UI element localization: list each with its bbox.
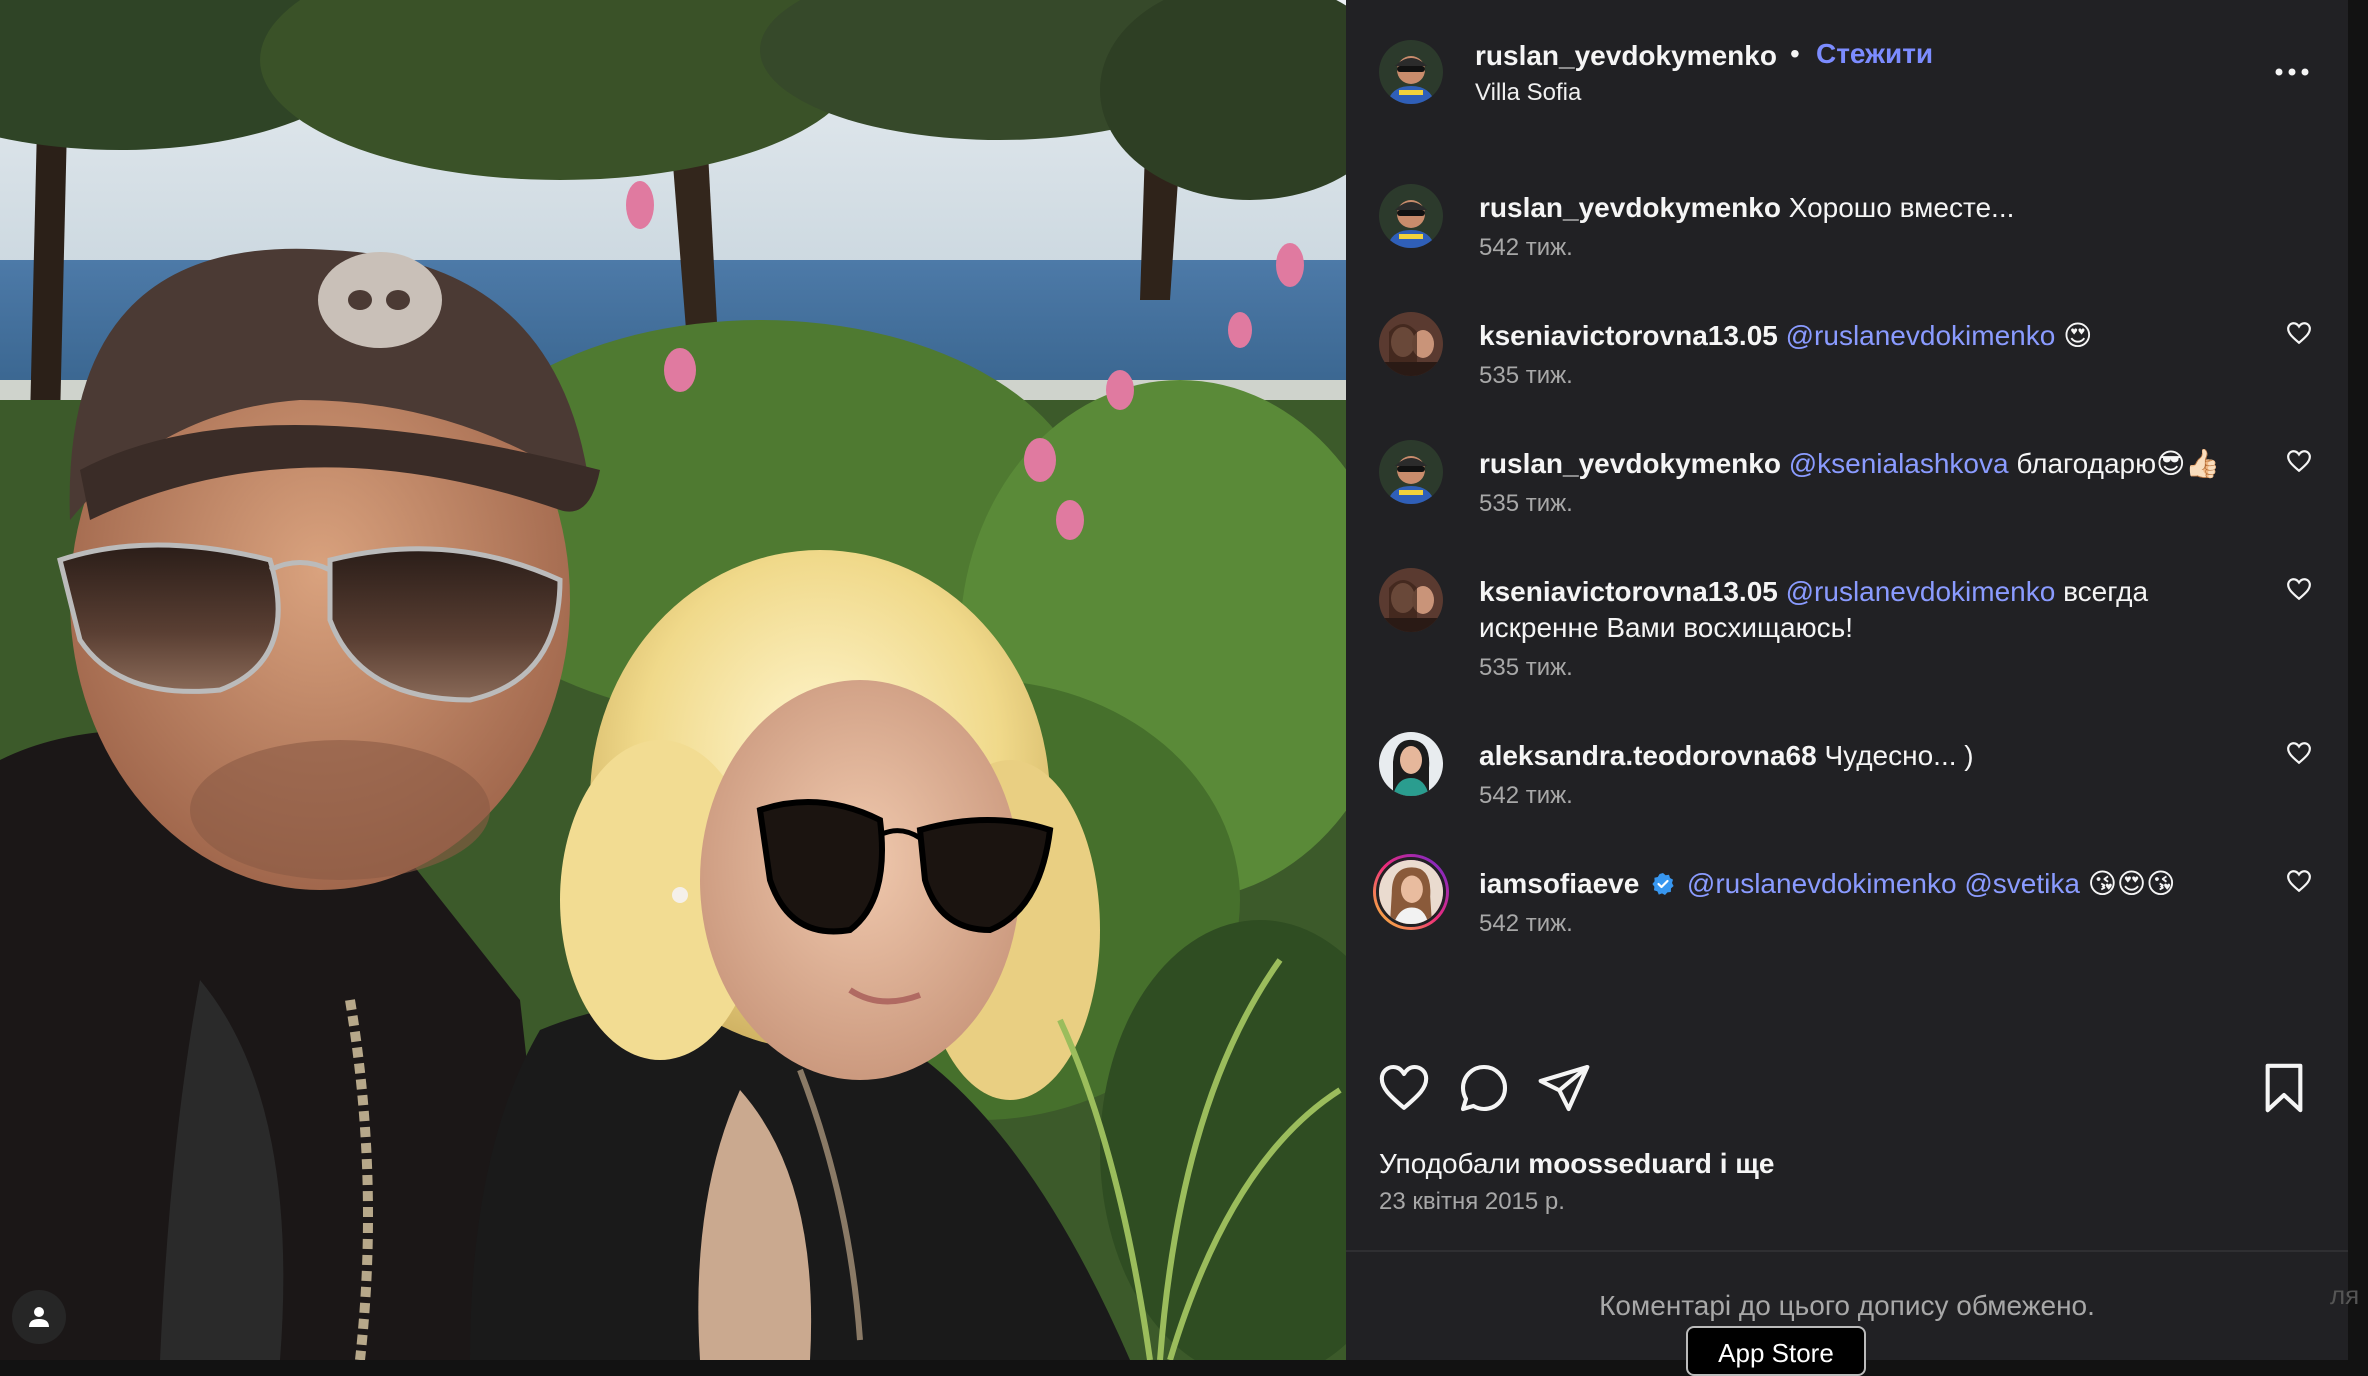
divider	[1346, 1250, 2348, 1252]
comment-text: Чудесно... )	[1824, 740, 1974, 771]
comment-emoji: 😍	[2063, 319, 2093, 352]
comment-body: kseniavictorovna13.05 @ruslanevdokimenko…	[1479, 574, 2239, 682]
post-photo-image	[0, 0, 1346, 1360]
comment-mention[interactable]: @ksenialashkova	[1789, 448, 2009, 479]
comment-emoji: 😎👍🏻	[2156, 447, 2221, 480]
likes-suffix[interactable]: і ще	[1720, 1148, 1775, 1179]
comment-avatar[interactable]	[1379, 568, 1443, 632]
comments-restricted-notice: Коментарі до цього допису обмежено.	[1599, 1290, 2095, 1321]
post-viewer: ruslan_yevdokymenko • Стежити Villa Sofi…	[0, 0, 2368, 1376]
comment-mention[interactable]: @ruslanevdokimenko	[1786, 576, 2056, 607]
verified-icon	[1652, 873, 1674, 895]
app-store-button[interactable]: App Store	[1686, 1326, 1866, 1376]
comment-time[interactable]: 535 тиж.	[1479, 362, 2239, 390]
comment-time[interactable]: 535 тиж.	[1479, 654, 2239, 682]
comment-avatar[interactable]	[1379, 732, 1443, 796]
like-comment-heart-icon[interactable]	[2286, 740, 2312, 766]
likes-summary[interactable]: Уподобали moosseduard і ще	[1379, 1148, 1774, 1180]
comment-username[interactable]: ruslan_yevdokymenko	[1479, 192, 1781, 223]
comment-body: iamsofiaeve @ruslanevdokimenko @svetika …	[1479, 866, 2239, 938]
profile-button[interactable]	[12, 1290, 66, 1344]
author-username[interactable]: ruslan_yevdokymenko	[1475, 40, 1777, 72]
comment-mention[interactable]: @svetika	[1964, 868, 2080, 899]
separator-dot: •	[1790, 38, 1800, 69]
like-comment-heart-icon[interactable]	[2286, 320, 2312, 346]
comment-body: aleksandra.teodorovna68 Чудесно... ) 542…	[1479, 738, 2239, 810]
profile-icon	[29, 1307, 49, 1327]
author-avatar[interactable]	[1379, 40, 1443, 104]
more-options-button[interactable]	[2270, 52, 2314, 92]
follow-button[interactable]: Стежити	[1816, 38, 1933, 70]
heart-icon[interactable]	[1376, 1060, 1432, 1116]
comment-text: Хорошо вместе...	[1788, 192, 2015, 223]
comment-mention[interactable]: @ruslanevdokimenko	[1687, 868, 1957, 899]
comment-username[interactable]: kseniavictorovna13.05	[1479, 320, 1778, 351]
comment-time[interactable]: 542 тиж.	[1479, 234, 2239, 262]
edge-text: ля	[2330, 1280, 2360, 1310]
post-date[interactable]: 23 квітня 2015 р.	[1379, 1188, 1565, 1216]
comment-emoji: 😘😍😘	[2087, 867, 2176, 900]
likes-prefix: Уподобали	[1379, 1148, 1521, 1179]
comment-icon[interactable]	[1456, 1060, 1512, 1116]
comment-time[interactable]: 542 тиж.	[1479, 782, 2239, 810]
comment-avatar[interactable]	[1379, 440, 1443, 504]
bookmark-icon[interactable]	[2256, 1060, 2312, 1116]
comment-username[interactable]: ruslan_yevdokymenko	[1479, 448, 1781, 479]
more-icon	[2275, 68, 2309, 76]
like-comment-heart-icon[interactable]	[2286, 868, 2312, 894]
comment-username[interactable]: iamsofiaeve	[1479, 868, 1639, 899]
comment-avatar-story-ring[interactable]	[1373, 854, 1449, 930]
comment-avatar[interactable]	[1379, 184, 1443, 248]
page-edge	[2348, 0, 2368, 1360]
comment-body: ruslan_yevdokymenko @ksenialashkova благ…	[1479, 446, 2239, 518]
share-icon[interactable]	[1536, 1060, 1592, 1116]
comment-body: ruslan_yevdokymenko Хорошо вместе... 542…	[1479, 190, 2239, 262]
comment-time[interactable]: 542 тиж.	[1479, 910, 2239, 938]
comment-time[interactable]: 535 тиж.	[1479, 490, 2239, 518]
comment-body: kseniavictorovna13.05 @ruslanevdokimenko…	[1479, 318, 2239, 390]
comment-username[interactable]: aleksandra.teodorovna68	[1479, 740, 1817, 771]
post-actions-bar	[1346, 1050, 2348, 1130]
post-photo[interactable]	[0, 0, 1346, 1360]
post-details-panel: ruslan_yevdokymenko • Стежити Villa Sofi…	[1346, 0, 2348, 1376]
comment-mention[interactable]: @ruslanevdokimenko	[1786, 320, 2056, 351]
comment-username[interactable]: kseniavictorovna13.05	[1479, 576, 1778, 607]
comment-text: благодарю	[2016, 448, 2157, 479]
likes-user[interactable]: moosseduard	[1528, 1148, 1712, 1179]
post-header: ruslan_yevdokymenko • Стежити Villa Sofi…	[1346, 0, 2348, 150]
post-location[interactable]: Villa Sofia	[1475, 79, 1581, 107]
like-comment-heart-icon[interactable]	[2286, 576, 2312, 602]
like-comment-heart-icon[interactable]	[2286, 448, 2312, 474]
comment-avatar[interactable]	[1379, 312, 1443, 376]
